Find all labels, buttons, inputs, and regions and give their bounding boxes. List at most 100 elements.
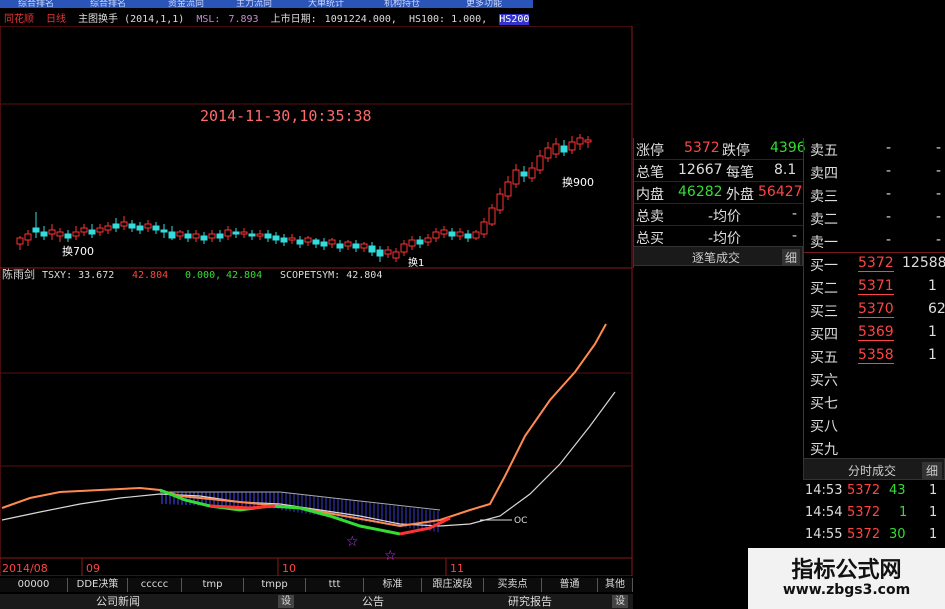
- quote-value: 56427: [758, 184, 803, 200]
- ask-row: 卖四 - -: [804, 161, 945, 184]
- candle-body: [112, 223, 120, 229]
- bid-row: 买六: [804, 368, 945, 391]
- book-level-label: 卖四: [810, 166, 838, 182]
- turnover-annotation: 换900: [562, 175, 594, 189]
- ask-row: 卖二 - -: [804, 207, 945, 230]
- tick-detail-button[interactable]: 细: [781, 249, 800, 266]
- top-tab[interactable]: 更多功能: [466, 0, 502, 9]
- book-level-label: 买三: [810, 304, 838, 320]
- indicator-tab[interactable]: tmpp: [244, 578, 306, 592]
- book-level-label: 买二: [810, 281, 838, 297]
- turnover-annotation: 换700: [62, 244, 94, 258]
- bid-row: 买八: [804, 414, 945, 437]
- candle-body: [544, 147, 552, 159]
- trade-volume: 30: [889, 527, 906, 542]
- kline-chart[interactable]: 2014-11-30,10:35:38 换700 换900 换1 陈雨剑 TSX…: [0, 26, 633, 576]
- book-level-label: 买四: [810, 327, 838, 343]
- candle-body: [264, 233, 272, 239]
- candle-body: [416, 239, 424, 245]
- indicator-tab[interactable]: 普通: [542, 578, 598, 592]
- book-price: -: [886, 209, 892, 225]
- top-tab[interactable]: 资金流向: [168, 0, 204, 9]
- book-price: 5370: [858, 301, 894, 318]
- indicator-tab[interactable]: ccccc: [128, 578, 182, 592]
- time-sales-row: 14:54 5372 1 1: [803, 502, 945, 524]
- indicator-tab[interactable]: 其他: [598, 578, 633, 592]
- trade-price: 5372: [847, 483, 881, 498]
- trade-time: 14:53: [805, 483, 843, 498]
- candle-body: [432, 231, 440, 239]
- period-label[interactable]: 日线: [46, 14, 66, 25]
- research-settings-button[interactable]: 设: [612, 595, 628, 608]
- indicator-tab[interactable]: DDE决策: [68, 578, 128, 592]
- top-tab[interactable]: 综合排名: [90, 0, 126, 9]
- book-volume: -: [936, 186, 942, 202]
- candle-body: [344, 241, 352, 247]
- candle-body: [128, 223, 136, 229]
- trade-price: 5372: [847, 505, 881, 520]
- candle-body: [392, 251, 400, 259]
- indicator-tab[interactable]: 跟庄波段: [422, 578, 484, 592]
- date-label: 10: [282, 562, 296, 575]
- indicator-params: (2014,1,1): [124, 14, 185, 25]
- quote-value: -: [792, 228, 798, 244]
- date-label: 09: [86, 562, 100, 575]
- quote-label: 总笔: [636, 165, 664, 181]
- trade-volume: 43: [889, 483, 906, 498]
- time-sales-row: 14:53 5372 43 1: [803, 480, 945, 502]
- top-tab[interactable]: 机构持仓: [384, 0, 420, 9]
- candle-body: [96, 227, 104, 233]
- company-news-tab[interactable]: 公司新闻: [96, 594, 140, 609]
- orange-indicator-line: [1, 323, 607, 528]
- indicator-tab[interactable]: 标准: [364, 578, 422, 592]
- candle-body: [560, 145, 568, 153]
- research-report-tab[interactable]: 研究报告: [508, 594, 552, 609]
- indicator-tab[interactable]: 买卖点: [484, 578, 542, 592]
- book-price: 5371: [858, 278, 894, 295]
- book-price: 5358: [858, 347, 894, 364]
- quote-row: 内盘 46282 外盘 56427: [634, 182, 804, 204]
- watermark-title: 指标公式网: [791, 558, 902, 583]
- candle-body: [528, 167, 536, 179]
- bid-row: 买七: [804, 391, 945, 414]
- indicator-tab[interactable]: 00000: [0, 578, 68, 592]
- ask-row: 卖五 - -: [804, 138, 945, 161]
- candle-body: [568, 141, 576, 151]
- quote-label: 跌停: [722, 143, 750, 159]
- book-volume: -: [936, 232, 942, 248]
- quote-label: 总卖: [636, 209, 664, 225]
- hs200-label: HS200: [499, 14, 530, 25]
- indicator-tab[interactable]: ttt: [306, 578, 364, 592]
- candle-body: [456, 231, 464, 237]
- top-tab[interactable]: 主力流向: [236, 0, 272, 9]
- candle-body: [400, 243, 408, 253]
- book-volume: 1: [928, 278, 937, 294]
- top-tab[interactable]: 综合排名: [18, 0, 54, 9]
- news-settings-button[interactable]: 设: [278, 595, 294, 608]
- candle-body: [160, 229, 168, 233]
- tick-trades-header[interactable]: 逐笔成交 细: [633, 246, 803, 266]
- book-level-label: 买九: [810, 442, 838, 458]
- chart-title-line: 同花顺 日线 主图换手 (2014,1,1) MSL: 7.893 上市日期: …: [4, 10, 535, 26]
- candle-body: [192, 233, 200, 239]
- top-tab[interactable]: 大单统计: [308, 0, 344, 9]
- indicator-tab[interactable]: tmp: [182, 578, 244, 592]
- star-icon: ☆: [384, 548, 397, 564]
- trade-price: 5372: [847, 527, 881, 542]
- time-sales-detail-button[interactable]: 细: [921, 462, 942, 479]
- candle-body: [64, 233, 72, 239]
- notice-tab[interactable]: 公告: [362, 594, 384, 609]
- time-sales-header[interactable]: 分时成交 细: [803, 458, 945, 480]
- candle-body: [504, 181, 512, 197]
- indicator-name: 主图换手: [78, 14, 119, 25]
- candle-body: [224, 229, 232, 237]
- book-level-label: 卖三: [810, 189, 838, 205]
- candle-body: [376, 249, 384, 257]
- white-indicator-line: [1, 391, 616, 527]
- candle-body: [208, 233, 216, 239]
- trade-flag: 1: [929, 505, 938, 520]
- candle-body: [312, 239, 320, 245]
- book-volume: -: [936, 140, 942, 156]
- bid-row: 买九: [804, 437, 945, 460]
- trade-volume: 1: [899, 505, 908, 520]
